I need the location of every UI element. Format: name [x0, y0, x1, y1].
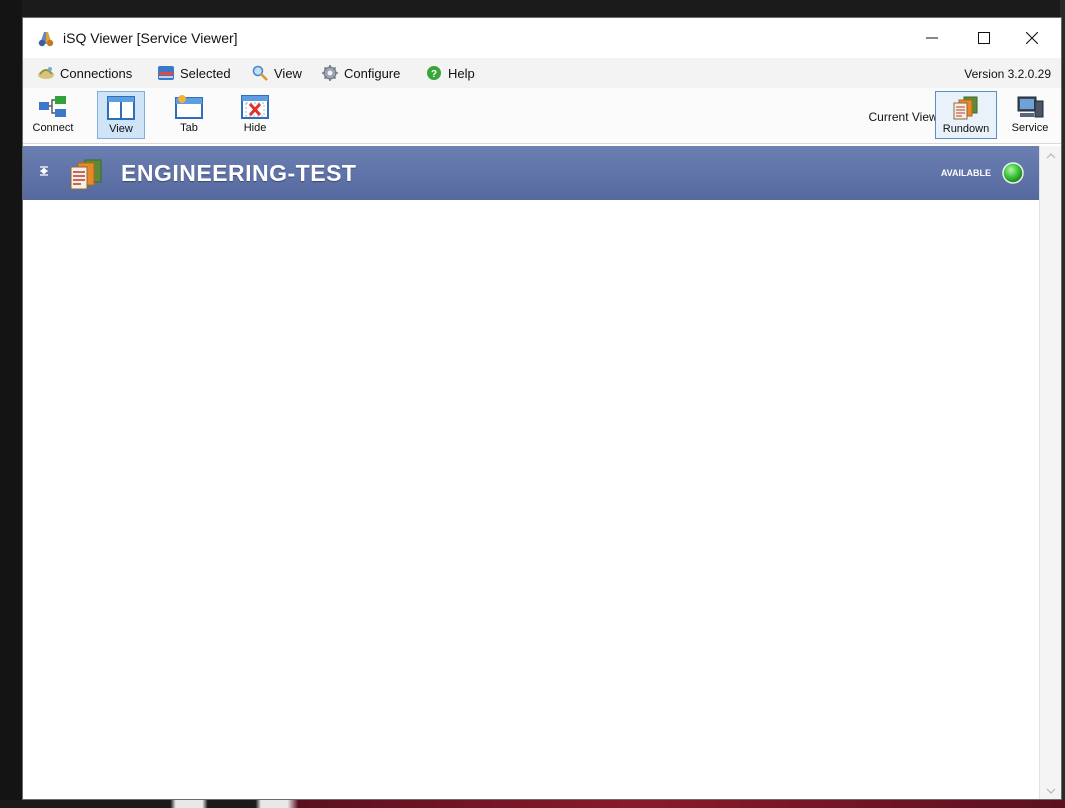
expand-icon[interactable]	[37, 164, 51, 183]
service-label: Service	[1011, 122, 1049, 134]
menu-view-label: View	[274, 65, 302, 81]
vertical-scrollbar[interactable]	[1039, 146, 1061, 799]
satellite-icon	[38, 67, 54, 79]
chevron-up-icon	[1046, 153, 1055, 159]
gear-icon	[322, 65, 338, 81]
connect-button[interactable]: Connect	[29, 91, 77, 139]
menu-view[interactable]: View	[251, 64, 302, 82]
magnifier-icon	[252, 65, 268, 81]
rundown-documents-icon	[67, 158, 107, 195]
desktop-taskbar-strip	[0, 800, 1065, 808]
view-button[interactable]: View	[97, 91, 145, 139]
menu-connections[interactable]: Connections	[37, 64, 132, 82]
tab-button[interactable]: Tab	[165, 91, 213, 139]
service-content-area	[23, 200, 1039, 799]
view-label: View	[109, 123, 133, 135]
computer-icon	[1017, 96, 1044, 118]
status-text: AVAILABLE	[940, 168, 991, 178]
desktop-background	[0, 0, 22, 808]
app-window: iSQ Viewer [Service Viewer] Connections	[22, 17, 1062, 800]
hide-label: Hide	[243, 122, 267, 134]
menu-help-label: Help	[448, 65, 475, 81]
list-icon	[158, 66, 174, 80]
help-icon: ?	[427, 66, 441, 80]
service-view-button[interactable]: Service	[1003, 91, 1057, 139]
rundown-icon	[953, 96, 978, 120]
menu-bar: Connections Selected View Configure ? He…	[23, 58, 1061, 88]
svg-text:?: ?	[431, 69, 437, 80]
version-label: Version 3.2.0.29	[964, 67, 1051, 81]
connect-label: Connect	[32, 122, 74, 134]
hide-button[interactable]: Hide	[231, 91, 279, 139]
minimize-button[interactable]	[909, 18, 955, 58]
service-name: ENGINEERING-TEST	[121, 160, 357, 186]
close-button[interactable]	[1009, 18, 1055, 58]
scroll-down-button[interactable]	[1040, 781, 1061, 799]
network-icon	[39, 96, 66, 117]
tab-label: Tab	[180, 122, 198, 134]
layout-icon	[107, 96, 135, 120]
menu-help[interactable]: ? Help	[425, 64, 475, 82]
scroll-up-button[interactable]	[1040, 146, 1061, 166]
toolbar: Connect View Tab Hide Current View: Rund…	[23, 88, 1061, 144]
window-title: iSQ Viewer [Service Viewer]	[63, 30, 238, 46]
menu-selected[interactable]: Selected	[157, 64, 231, 82]
binoculars-icon	[37, 29, 55, 47]
menu-connections-label: Connections	[60, 65, 133, 81]
menu-configure-label: Configure	[344, 65, 401, 81]
rundown-label: Rundown	[942, 123, 990, 135]
hide-icon	[241, 95, 269, 119]
menu-configure[interactable]: Configure	[321, 64, 400, 82]
chevron-down-icon	[1046, 788, 1055, 794]
maximize-button[interactable]	[961, 18, 1007, 58]
tab-icon	[175, 95, 203, 119]
menu-selected-label: Selected	[180, 65, 231, 81]
status-indicator-icon	[1001, 161, 1025, 190]
title-bar[interactable]: iSQ Viewer [Service Viewer]	[23, 18, 1061, 58]
rundown-view-button[interactable]: Rundown	[935, 91, 997, 139]
current-view-label: Current View:	[868, 110, 941, 124]
service-header[interactable]: ENGINEERING-TEST AVAILABLE	[23, 146, 1039, 200]
